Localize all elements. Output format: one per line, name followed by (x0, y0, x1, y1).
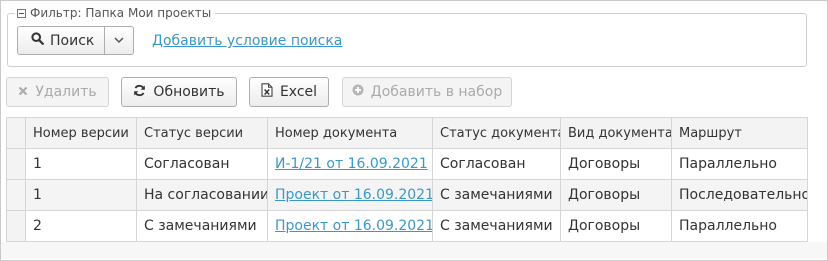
doc-status-cell: Согласован (432, 148, 561, 180)
route-cell: Параллельно (671, 210, 808, 242)
doc-status-cell: С замечаниями (432, 179, 561, 211)
bottom-strip (1, 242, 827, 259)
doc-type-cell: Договоры (560, 148, 672, 180)
document-link[interactable]: И-1/21 от 16.09.2021 (275, 156, 428, 172)
row-selector[interactable] (6, 210, 26, 242)
column-header[interactable]: Статус версии (136, 117, 268, 149)
search-split-button: Поиск (17, 26, 134, 55)
document-link[interactable]: Проект от 16.09.2021 (275, 187, 432, 203)
delete-button[interactable]: Удалить (6, 77, 109, 107)
search-dropdown-toggle[interactable] (105, 27, 133, 54)
refresh-button-label: Обновить (153, 84, 225, 100)
doc-status-cell: С замечаниями (432, 210, 561, 242)
collapse-icon[interactable] (17, 8, 26, 18)
column-header[interactable]: Маршрут (671, 117, 808, 149)
delete-icon (18, 84, 28, 100)
doc-number-cell: И-1/21 от 16.09.2021 (267, 148, 433, 180)
row-selector[interactable] (6, 179, 26, 211)
version-cell: 2 (25, 210, 137, 242)
table-row[interactable]: 1 Согласован И-1/21 от 16.09.2021 Соглас… (6, 148, 808, 180)
table-header-row: Номер версии Статус версии Номер докумен… (6, 117, 808, 149)
search-button[interactable]: Поиск (18, 27, 105, 54)
version-status-cell: На согласовании (136, 179, 268, 211)
column-header[interactable]: Вид документа (560, 117, 672, 149)
column-header[interactable]: Номер документа (267, 117, 433, 149)
delete-button-label: Удалить (35, 84, 97, 100)
route-cell: Параллельно (671, 148, 808, 180)
chevron-down-icon (114, 33, 124, 48)
doc-type-cell: Договоры (560, 210, 672, 242)
excel-button-label: Excel (279, 84, 318, 100)
version-cell: 1 (25, 148, 137, 180)
search-button-label: Поиск (50, 32, 95, 49)
add-to-set-label: Добавить в набор (370, 84, 503, 100)
search-icon (31, 32, 44, 49)
documents-table: Номер версии Статус версии Номер докумен… (6, 117, 808, 242)
version-status-cell: С замечаниями (136, 210, 268, 242)
table-row[interactable]: 2 С замечаниями Проект от 16.09.2021 С з… (6, 210, 808, 242)
column-header[interactable]: Статус документа (432, 117, 561, 149)
add-to-set-button[interactable]: Добавить в набор (342, 77, 512, 107)
route-cell: Последовательно (671, 179, 808, 211)
version-status-cell: Согласован (136, 148, 268, 180)
filter-legend-label: Фильтр: Папка Мои проекты (30, 6, 212, 20)
doc-number-cell: Проект от 16.09.2021 (267, 210, 433, 242)
row-selector[interactable] (6, 148, 26, 180)
row-selector-header[interactable] (6, 117, 26, 149)
refresh-button[interactable]: Обновить (121, 77, 237, 107)
refresh-icon (133, 84, 146, 101)
column-header[interactable]: Номер версии (25, 117, 137, 149)
filter-legend[interactable]: Фильтр: Папка Мои проекты (15, 5, 216, 21)
excel-file-icon (261, 83, 273, 101)
plus-circle-icon (352, 84, 364, 100)
excel-export-button[interactable]: Excel (249, 77, 329, 107)
document-link[interactable]: Проект от 16.09.2021 (275, 218, 432, 234)
table-row[interactable]: 1 На согласовании Проект от 16.09.2021 С… (6, 179, 808, 211)
add-search-condition-link[interactable]: Добавить условие поиска (152, 33, 342, 49)
version-cell: 1 (25, 179, 137, 211)
doc-number-cell: Проект от 16.09.2021 (267, 179, 433, 211)
doc-type-cell: Договоры (560, 179, 672, 211)
